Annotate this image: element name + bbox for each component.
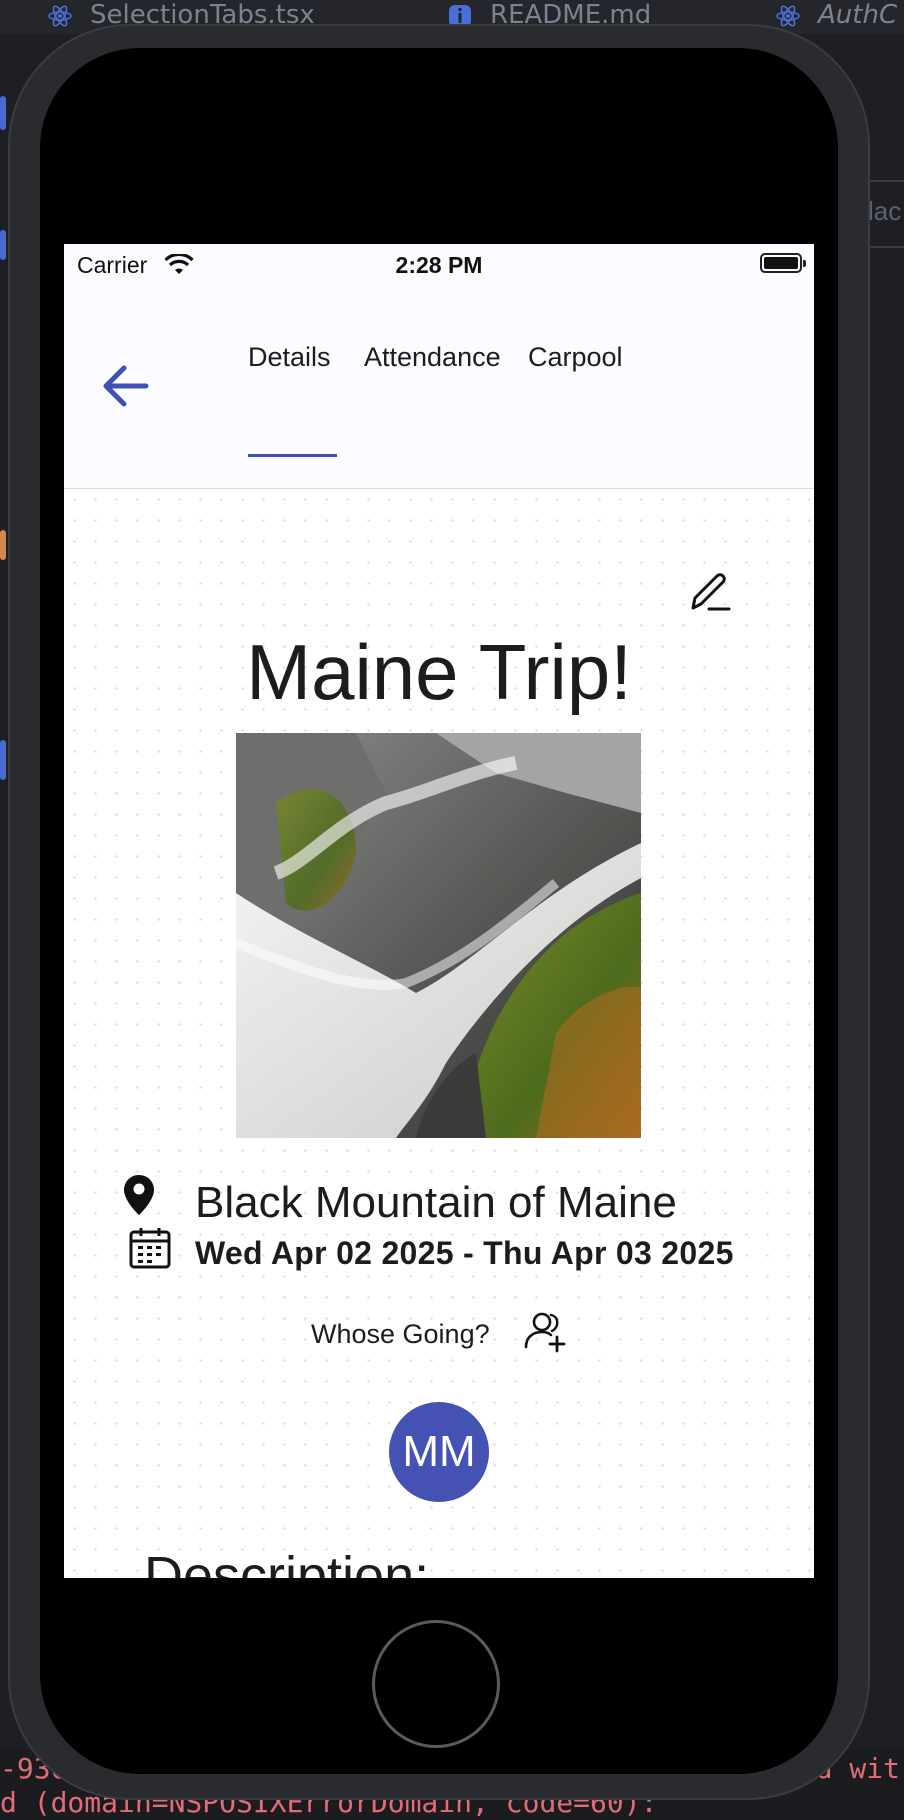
waterfall-image [236,733,641,1138]
pencil-icon[interactable] [687,568,735,616]
ide-gutter-mark [0,230,6,260]
avatar[interactable]: MM [389,1402,489,1502]
status-time: 2:28 PM [395,252,483,278]
tab-attendance[interactable]: Attendance [364,342,501,373]
ide-gutter-mark [0,530,6,560]
top-tab-bar: Details Attendance Carpool [64,284,814,489]
event-location: Black Mountain of Maine [195,1178,677,1227]
react-icon [48,4,72,27]
add-person-icon[interactable] [521,1307,569,1355]
event-photo [236,733,641,1138]
event-details-content: Maine Trip! Black Mountain of Maine Wed … [64,489,814,1578]
info-icon [449,4,471,27]
active-tab-indicator [248,454,337,457]
whose-going-label: Whose Going? [311,1319,490,1349]
react-icon [776,4,800,27]
status-bar: Carrier 2:28 PM [64,244,814,284]
ide-gutter-mark [0,740,6,780]
event-title: Maine Trip! [246,628,632,716]
ide-tab-label: AuthC [818,0,898,30]
arrow-left-icon[interactable] [98,359,152,413]
location-pin-icon [124,1175,154,1215]
battery-icon [760,253,806,273]
tab-details[interactable]: Details [248,342,331,373]
description-heading: Description: [144,1546,430,1578]
event-dates: Wed Apr 02 2025 - Thu Apr 03 2025 [195,1235,734,1271]
calendar-icon [129,1228,171,1269]
ide-side-panel-text: lac [868,196,902,226]
home-button[interactable] [372,1620,500,1748]
app-screen: Carrier 2:28 PM Details Attendance Carpo… [64,244,814,1578]
ide-gutter-mark [0,96,6,130]
ide-tab-auth[interactable]: AuthC [776,0,897,34]
tab-carpool[interactable]: Carpool [528,342,623,373]
